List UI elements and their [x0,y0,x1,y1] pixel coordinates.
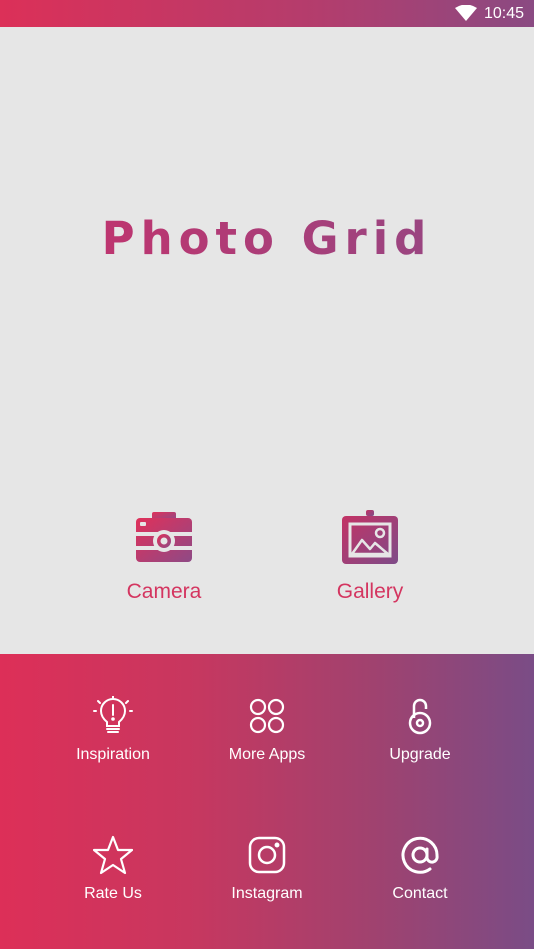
star-icon [93,835,133,875]
camera-label: Camera [126,580,202,603]
upgrade-button[interactable]: Upgrade [350,696,490,764]
at-sign-icon [401,836,439,874]
upgrade-label: Upgrade [389,746,451,763]
gallery-label: Gallery [336,580,404,603]
instagram-button[interactable]: Instagram [197,835,337,903]
lightbulb-icon [93,696,133,733]
wifi-icon [455,5,477,21]
main-area: Photo Grid Camera Gallery [0,27,534,654]
inspiration-button[interactable]: Inspiration [43,696,183,764]
gallery-button[interactable]: Gallery [310,510,430,604]
instagram-label: Instagram [231,885,303,902]
apps-grid-icon [249,698,285,734]
unlock-icon [408,698,432,735]
inspiration-label: Inspiration [76,746,150,763]
contact-label: Contact [392,885,448,902]
rate-us-button[interactable]: Rate Us [43,835,183,903]
more-apps-button[interactable]: More Apps [197,696,337,764]
bottom-menu: Inspiration More Apps Upgrade Rate Us In… [0,654,534,949]
rate-us-label: Rate Us [84,885,142,902]
status-bar: 10:45 [0,0,534,27]
app-title: Photo Grid [0,212,534,265]
gallery-icon [342,510,398,564]
more-apps-label: More Apps [228,746,306,763]
contact-button[interactable]: Contact [350,835,490,903]
instagram-icon [248,836,286,874]
camera-button[interactable]: Camera [104,510,224,604]
status-time: 10:45 [484,5,525,22]
camera-icon [136,512,192,562]
